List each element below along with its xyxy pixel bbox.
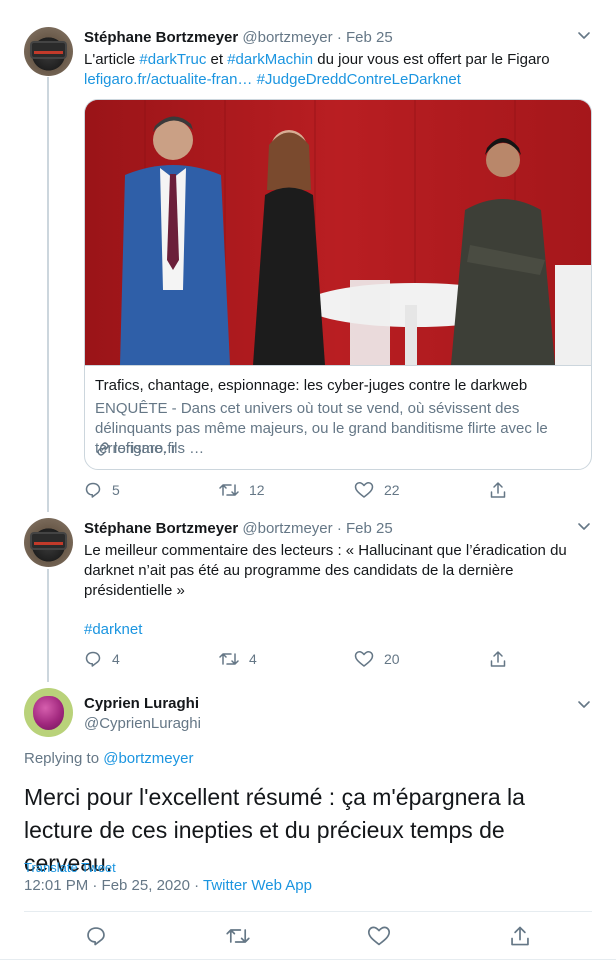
reply-icon: [85, 482, 101, 498]
replying-to: Replying to @bortzmeyer: [24, 750, 193, 767]
like-count: 22: [384, 482, 400, 498]
reply-count: 5: [112, 482, 120, 498]
hashtag-link[interactable]: #darkMachin: [227, 51, 313, 68]
reply-icon: [85, 651, 101, 667]
like-button[interactable]: 22: [354, 481, 400, 499]
hashtag-text[interactable]: #darknet: [84, 621, 142, 638]
like-count: 20: [384, 651, 400, 667]
retweet-icon: [219, 484, 239, 496]
author-handle-text[interactable]: @CyprienLuraghi: [84, 715, 201, 732]
retweet-button[interactable]: 4: [219, 650, 257, 668]
share-button[interactable]: [489, 481, 507, 499]
hashtag-link[interactable]: #darknet: [84, 620, 142, 640]
card-body: Trafics, chantage, espionnage: les cyber…: [85, 365, 591, 469]
translate-tweet-link[interactable]: Translate Tweet: [24, 860, 116, 875]
tweet-date[interactable]: Feb 25: [346, 520, 393, 537]
reply-count: 4: [112, 651, 120, 667]
like-button[interactable]: [367, 925, 391, 947]
author-handle[interactable]: @CyprienLuraghi: [84, 715, 201, 732]
share-icon: [490, 482, 506, 498]
divider: [0, 959, 616, 960]
share-button[interactable]: [509, 925, 531, 947]
card-photo: [85, 100, 591, 365]
author-name[interactable]: Cyprien Luraghi: [84, 695, 199, 712]
timestamp-text[interactable]: 12:01 PM · Feb 25, 2020 ·: [24, 877, 203, 894]
link-card[interactable]: Trafics, chantage, espionnage: les cyber…: [84, 99, 592, 470]
card-title: Trafics, chantage, espionnage: les cyber…: [95, 377, 528, 394]
card-image: [85, 100, 591, 365]
like-button[interactable]: 20: [354, 650, 400, 668]
avatar[interactable]: [24, 27, 73, 76]
share-icon: [490, 651, 506, 667]
chevron-down-icon[interactable]: [577, 519, 591, 533]
tweet-header: Stéphane Bortzmeyer @bortzmeyer · Feb 25: [84, 29, 393, 46]
author-name[interactable]: Stéphane Bortzmeyer: [84, 29, 238, 46]
text-segment: L'article: [84, 51, 140, 68]
author-handle[interactable]: @bortzmeyer: [242, 29, 332, 46]
replying-to-handle[interactable]: @bortzmeyer: [103, 750, 193, 767]
card-domain: lefigaro.fr: [95, 440, 177, 457]
text-segment: du jour vous est offert par le Figaro: [313, 51, 550, 68]
tweet-text: Le meilleur commentaire des lecteurs : «…: [84, 542, 567, 599]
chevron-down-icon[interactable]: [577, 697, 591, 711]
tweet-header: Stéphane Bortzmeyer @bortzmeyer · Feb 25: [84, 520, 393, 537]
tweet-date[interactable]: Feb 25: [346, 29, 393, 46]
reply-button[interactable]: 4: [84, 650, 120, 668]
reply-button[interactable]: [85, 925, 107, 947]
tweet-text: L'article #darkTruc et #darkMachin du jo…: [84, 50, 594, 90]
reply-icon: [87, 927, 105, 946]
hashtag-link[interactable]: #darkTruc: [139, 51, 206, 68]
divider: [24, 911, 592, 912]
text-segment: et: [206, 51, 228, 68]
source-app-link[interactable]: Twitter Web App: [203, 877, 312, 894]
retweet-count: 4: [249, 651, 257, 667]
tweet-timestamp: 12:01 PM · Feb 25, 2020 · Twitter Web Ap…: [24, 877, 312, 894]
card-domain-text: lefigaro.fr: [114, 440, 177, 457]
translate-tweet-text[interactable]: Translate Tweet: [24, 860, 116, 875]
separator-dot: ·: [336, 520, 342, 537]
retweet-count: 12: [249, 482, 265, 498]
share-button[interactable]: [489, 650, 507, 668]
chevron-down-icon[interactable]: [577, 28, 591, 42]
thread-connector-line: [47, 569, 49, 682]
reply-button[interactable]: 5: [84, 481, 120, 499]
url-link[interactable]: lefigaro.fr/actualite-fran…: [84, 71, 252, 88]
retweet-button[interactable]: 12: [219, 481, 265, 499]
hashtag-link[interactable]: #JudgeDreddContreLeDarknet: [257, 71, 461, 88]
retweet-button[interactable]: [226, 925, 250, 947]
heart-icon: [354, 482, 374, 498]
heart-icon: [354, 651, 374, 667]
heart-icon: [367, 926, 391, 946]
retweet-icon: [219, 653, 239, 665]
thread-connector-line: [47, 77, 49, 512]
avatar[interactable]: [24, 688, 73, 737]
avatar[interactable]: [24, 518, 73, 567]
author-name[interactable]: Stéphane Bortzmeyer: [84, 520, 238, 537]
author-name-text[interactable]: Cyprien Luraghi: [84, 695, 199, 712]
replying-to-label: Replying to: [24, 750, 104, 767]
link-icon: [97, 441, 109, 456]
author-handle[interactable]: @bortzmeyer: [242, 520, 332, 537]
share-icon: [511, 926, 529, 946]
retweet-icon: [226, 929, 250, 943]
separator-dot: ·: [336, 29, 342, 46]
